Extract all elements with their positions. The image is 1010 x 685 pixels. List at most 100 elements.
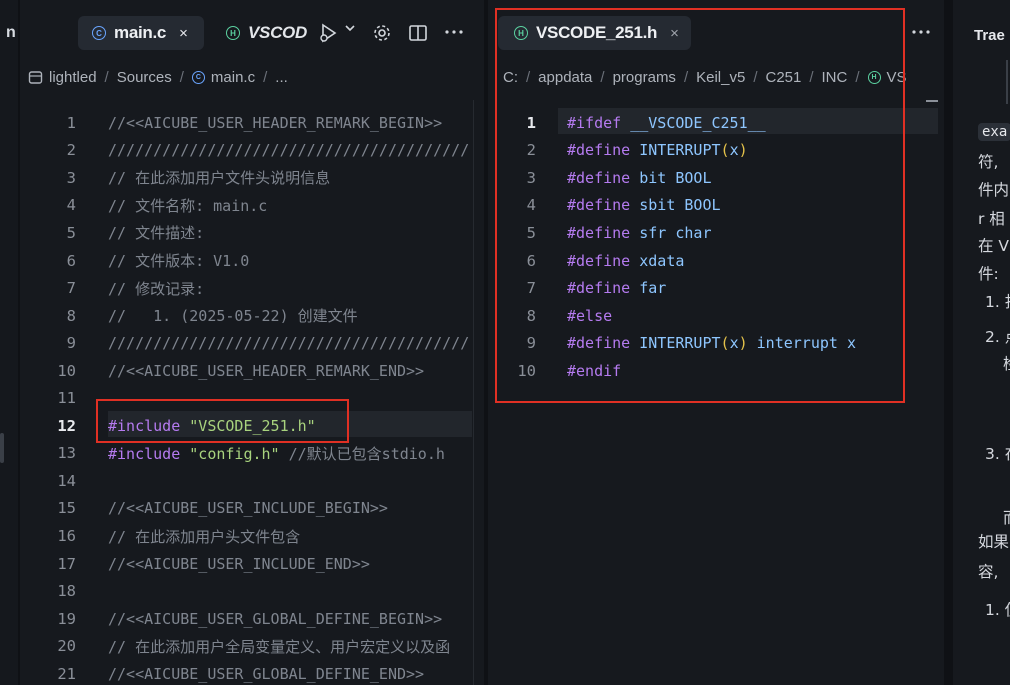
breadcrumb-item[interactable]: C251 xyxy=(765,69,801,86)
line-number: 7 xyxy=(66,279,76,298)
code-line[interactable]: 14 xyxy=(20,467,484,495)
line-number: 6 xyxy=(66,251,76,270)
chevron-down-icon[interactable] xyxy=(344,22,356,37)
tab-label: VSCODE_251.h xyxy=(536,23,658,42)
code-line[interactable]: 10 #endif xyxy=(488,357,944,385)
tab-main-c[interactable]: C main.c × xyxy=(78,16,204,50)
breadcrumb-item[interactable]: VS xyxy=(887,69,907,86)
code-line[interactable]: 4 // 文件名称: main.c xyxy=(20,192,484,220)
code-line[interactable]: 1 #ifdef __VSCODE_C251__ xyxy=(488,109,944,137)
header-editor-pane: H VSCODE_251.h × C: / appdata / programs / … xyxy=(488,0,944,685)
resize-handle[interactable] xyxy=(0,433,4,463)
breadcrumb: C: / appdata / programs / Keil_v5/ C251/ IN… xyxy=(503,68,907,86)
code-line[interactable]: 10 //<<AICUBE_USER_HEADER_REMARK_END>> xyxy=(20,357,484,385)
breadcrumb-item[interactable]: programs xyxy=(613,69,676,86)
code-line[interactable]: 9 #define INTERRUPT(x) interrupt x xyxy=(488,329,944,357)
breadcrumb-item[interactable]: Keil_v5 xyxy=(696,69,745,86)
keyword: #include xyxy=(108,416,181,435)
code-line[interactable]: 13 #include "config.h" //默认已包含stdio.h xyxy=(20,440,484,468)
breadcrumb-item[interactable]: C: xyxy=(503,69,518,86)
code-line[interactable]: 4 #define sbit BOOL xyxy=(488,192,944,220)
code-line[interactable]: 21 //<<AICUBE_USER_GLOBAL_DEFINE_END>> xyxy=(20,660,484,685)
code-text: #define sfr char xyxy=(567,224,712,242)
folder-icon xyxy=(28,70,43,85)
breadcrumb-item[interactable]: ... xyxy=(275,69,288,86)
breadcrumb-item[interactable]: Sources xyxy=(117,69,172,86)
line-number: 16 xyxy=(57,527,76,546)
code-line[interactable]: 5 // 文件描述: xyxy=(20,219,484,247)
code-line[interactable]: 8 // 1. (2025-05-22) 创建文件 xyxy=(20,302,484,330)
main-tab-bar: C main.c × H VSCOD xyxy=(20,0,484,58)
code-line[interactable]: 15 //<<AICUBE_USER_INCLUDE_BEGIN>> xyxy=(20,495,484,523)
gear-icon[interactable] xyxy=(372,23,392,48)
code-text: //<<AICUBE_USER_HEADER_REMARK_BEGIN>> xyxy=(108,114,442,132)
split-editor-icon[interactable] xyxy=(408,23,428,48)
chat-text: 1. 使 xyxy=(985,601,1010,619)
identifier: INTERRUPT xyxy=(639,141,721,160)
run-debug-icon[interactable] xyxy=(318,22,340,49)
code-line[interactable]: 11 xyxy=(20,385,484,413)
chat-text: 检 xyxy=(1003,352,1010,374)
identifier: sbit BOOL xyxy=(639,196,721,215)
keyword: #endif xyxy=(567,361,622,380)
breadcrumb-item[interactable]: INC xyxy=(822,69,848,86)
code-text: #include "VSCODE_251.h" xyxy=(108,417,316,435)
code-line[interactable]: 16 // 在此添加用户头文件包含 xyxy=(20,522,484,550)
tab-vscode-251-h[interactable]: H VSCODE_251.h × xyxy=(498,16,691,50)
line-number: 9 xyxy=(526,334,536,353)
keyword: #define xyxy=(567,251,631,270)
code-line[interactable]: 7 // 修改记录: xyxy=(20,274,484,302)
code-editor[interactable]: 1 //<<AICUBE_USER_HEADER_REMARK_BEGIN>> 2 /… xyxy=(20,100,484,685)
code-line[interactable]: 1 //<<AICUBE_USER_HEADER_REMARK_BEGIN>> xyxy=(20,109,484,137)
code-line[interactable]: 20 // 在此添加用户全局变量定义、用户宏定义以及函 xyxy=(20,632,484,660)
keyword: #define xyxy=(567,196,631,215)
keyword: #define xyxy=(567,223,631,242)
code-line[interactable]: 17 //<<AICUBE_USER_INCLUDE_END>> xyxy=(20,550,484,578)
code-line[interactable]: 7 #define far xyxy=(488,274,944,302)
code-text: // 在此添加用户全局变量定义、用户宏定义以及函 xyxy=(108,636,450,657)
code-line[interactable]: 9 ///////////////////////////////////////… xyxy=(20,329,484,357)
code-line[interactable]: 8 #else xyxy=(488,302,944,330)
code-line[interactable]: 18 xyxy=(20,577,484,605)
code-line[interactable]: 3 #define bit BOOL xyxy=(488,164,944,192)
identifier: bit BOOL xyxy=(639,168,712,187)
line-number: 9 xyxy=(66,334,76,353)
close-icon[interactable]: × xyxy=(179,25,188,42)
close-icon[interactable]: × xyxy=(670,25,679,42)
code-line[interactable]: 12 #include "VSCODE_251.h" xyxy=(20,412,484,440)
comment: //<<AICUBE_USER_INCLUDE_BEGIN>> xyxy=(108,499,388,518)
identifier: far xyxy=(639,279,667,298)
left-sidebar-pane: n xyxy=(0,0,18,685)
code-line[interactable]: 6 #define xdata xyxy=(488,247,944,275)
breadcrumb-item[interactable]: main.c xyxy=(211,69,255,86)
code-line[interactable]: 19 //<<AICUBE_USER_GLOBAL_DEFINE_BEGIN>> xyxy=(20,605,484,633)
paren: ( xyxy=(720,141,730,160)
code-text: // 在此添加用户文件头说明信息 xyxy=(108,167,330,188)
identifier: __VSCODE_C251__ xyxy=(630,113,766,132)
more-actions-icon[interactable] xyxy=(911,22,931,47)
code-text: // 修改记录: xyxy=(108,278,204,299)
paren: ( xyxy=(720,334,730,353)
breadcrumb-item[interactable]: lightled xyxy=(49,69,97,86)
chat-title: Trae xyxy=(974,27,1005,44)
left-pane-label: n xyxy=(6,24,16,41)
comment: // 在此添加用户头文件包含 xyxy=(108,527,301,546)
code-line[interactable]: 2 ///////////////////////////////////////… xyxy=(20,137,484,165)
chat-text: 而 xyxy=(1003,506,1010,528)
code-text: #define sbit BOOL xyxy=(567,196,721,214)
code-editor[interactable]: 1 #ifdef __VSCODE_C251__ 2 #define INTERRUP… xyxy=(488,100,944,685)
code-line[interactable]: 5 #define sfr char xyxy=(488,219,944,247)
code-line[interactable]: 2 #define INTERRUPT(x) xyxy=(488,137,944,165)
more-actions-icon[interactable] xyxy=(444,22,464,47)
identifier: interrupt x xyxy=(747,334,856,353)
breadcrumb-item[interactable]: appdata xyxy=(538,69,592,86)
code-text: #else xyxy=(567,307,612,325)
code-line[interactable]: 6 // 文件版本: V1.0 xyxy=(20,247,484,275)
code-text: //<<AICUBE_USER_INCLUDE_END>> xyxy=(108,555,370,573)
comment: //<<AICUBE_USER_GLOBAL_DEFINE_END>> xyxy=(108,664,425,683)
chat-text: 在 V xyxy=(978,237,1010,255)
scrollbar-marker[interactable] xyxy=(926,100,938,102)
code-line[interactable]: 3 // 在此添加用户文件头说明信息 xyxy=(20,164,484,192)
tab-vscode-h[interactable]: H VSCOD xyxy=(226,16,307,50)
line-number: 4 xyxy=(66,196,76,215)
